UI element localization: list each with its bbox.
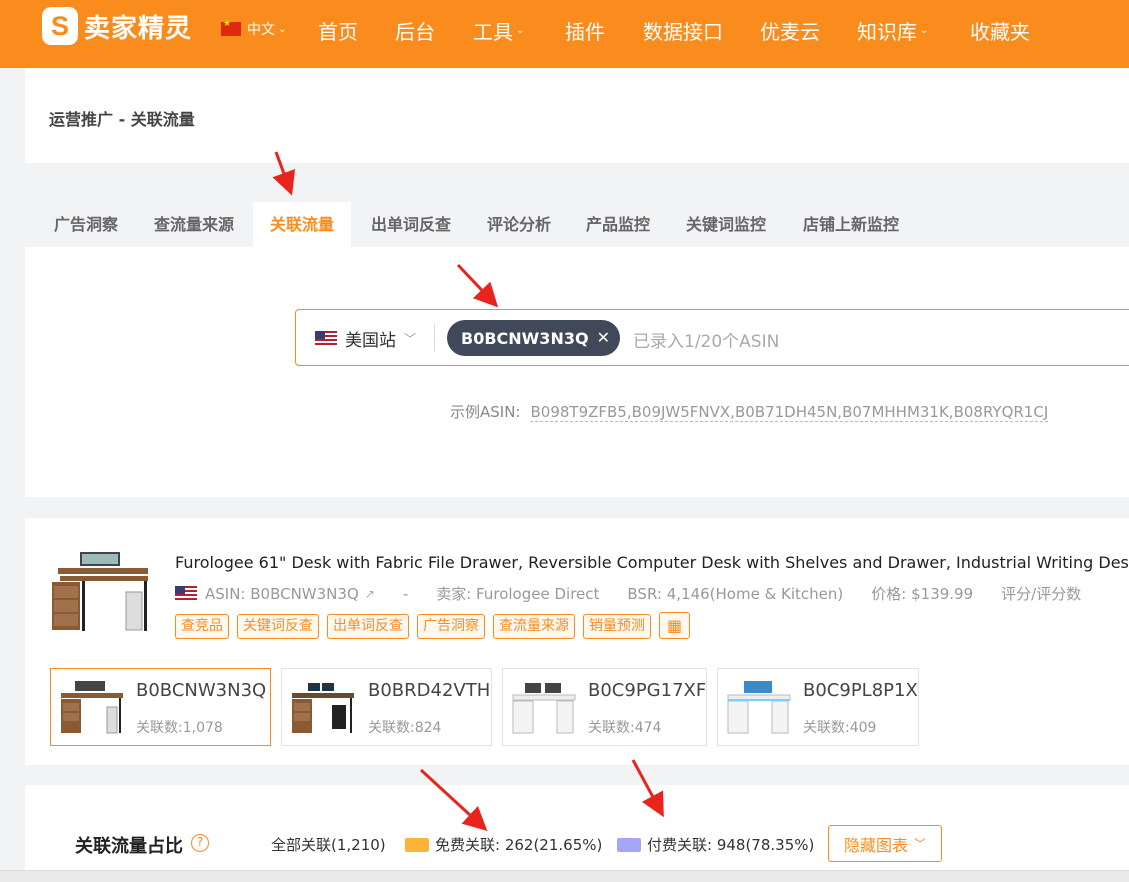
- product-tags: 查竞品 关键词反查 出单词反查 广告洞察 查流量来源 销量预测 ▦: [175, 612, 690, 639]
- search-card: [25, 247, 1129, 497]
- logo-mark-icon: S: [42, 7, 78, 45]
- nav-data-api[interactable]: 数据接口: [643, 16, 723, 45]
- external-link-icon[interactable]: ↗: [365, 587, 375, 601]
- chevron-down-icon: ﹀: [404, 332, 417, 346]
- us-flag-icon: [315, 331, 337, 346]
- help-icon[interactable]: ?: [191, 834, 209, 852]
- tab-order-keywords[interactable]: 出单词反查: [371, 202, 451, 247]
- product-image[interactable]: [50, 550, 150, 634]
- example-values[interactable]: B098T9ZFB5,B09JW5FNVX,B0B71DH45N,B07MHHM…: [530, 403, 1049, 422]
- tab-traffic-source[interactable]: 查流量来源: [154, 202, 234, 247]
- legend-free[interactable]: 免费关联: 262(21.65%): [405, 834, 602, 855]
- example-label: 示例ASIN:: [450, 403, 521, 421]
- tab-review-analysis[interactable]: 评论分析: [487, 202, 551, 247]
- product-price: 价格: $139.99: [871, 585, 974, 603]
- top-navbar: S 卖家精灵 中文 ⌄ 首页 后台 工具⌄ 插件 数据接口 优麦云 知识库⌄ 收…: [0, 0, 1129, 68]
- variant-image: [727, 681, 791, 734]
- tag-competitors[interactable]: 查竞品: [175, 614, 229, 639]
- product-asin: ASIN: B0BCNW3N3Q: [205, 584, 359, 603]
- nav-home[interactable]: 首页: [318, 16, 358, 45]
- chevron-down-icon: ﹀: [914, 837, 927, 851]
- tag-ad-insight[interactable]: 广告洞察: [417, 614, 485, 639]
- tab-related-traffic[interactable]: 关联流量: [253, 202, 352, 247]
- tag-keyword-reverse[interactable]: 关键词反查: [237, 614, 319, 639]
- variant-count: 关联数:1,078: [136, 720, 223, 736]
- nav-tools[interactable]: 工具 ⌄: [473, 16, 524, 45]
- calculator-icon[interactable]: ▦: [659, 612, 690, 639]
- logo[interactable]: S 卖家精灵: [42, 7, 192, 45]
- breadcrumb: 运营推广 - 关联流量: [49, 110, 195, 129]
- variant-asin: B0C9PL8P1X: [803, 680, 918, 701]
- nav-favorites[interactable]: 收藏夹: [970, 16, 1030, 45]
- site-selector[interactable]: 美国站 ﹀: [315, 326, 416, 351]
- bottom-strip: [0, 870, 1129, 882]
- chevron-down-icon: ⌄: [920, 25, 929, 36]
- nav-knowledge[interactable]: 知识库 ⌄: [857, 16, 928, 45]
- tag-order-keywords[interactable]: 出单词反查: [327, 614, 409, 639]
- asin-chip[interactable]: B0BCNW3N3Q ✕: [447, 320, 620, 356]
- variant-card[interactable]: B0BRD42VTH 关联数:824: [281, 668, 492, 746]
- legend-paid-label: 付费关联: 948(78.35%): [647, 836, 815, 854]
- product-meta: ASIN: B0BCNW3N3Q ↗ - 卖家: Furologee Direc…: [175, 583, 1081, 604]
- variant-asin: B0BCNW3N3Q: [136, 680, 267, 701]
- hide-chart-label: 隐藏图表: [843, 835, 908, 855]
- meta-dash: -: [402, 584, 409, 603]
- variant-image: [512, 683, 576, 734]
- product-seller[interactable]: 卖家: Furologee Direct: [436, 583, 599, 604]
- china-flag-icon: [221, 19, 241, 36]
- tab-ad-insight[interactable]: 广告洞察: [54, 202, 118, 247]
- logo-text: 卖家精灵: [84, 13, 193, 44]
- divider: [434, 324, 435, 352]
- variant-card[interactable]: B0BCNW3N3Q 关联数:1,078: [50, 668, 271, 746]
- nav-plugins[interactable]: 插件: [565, 16, 605, 45]
- tag-traffic-source[interactable]: 查流量来源: [493, 614, 575, 639]
- variant-asin: B0BRD42VTH: [368, 680, 491, 701]
- variant-image: [61, 681, 123, 734]
- asin-input[interactable]: 已录入1/20个ASIN: [633, 327, 779, 352]
- tab-keyword-monitor[interactable]: 关键词监控: [686, 202, 766, 247]
- product-title[interactable]: Furologee 61" Desk with Fabric File Draw…: [175, 553, 1129, 572]
- chevron-down-icon: ⌄: [516, 25, 525, 36]
- stats-title: 关联流量占比: [75, 836, 183, 857]
- hide-chart-button[interactable]: 隐藏图表 ﹀: [828, 825, 942, 862]
- nav-youmaiyun[interactable]: 优麦云: [760, 16, 820, 45]
- variant-count: 关联数:474: [588, 720, 662, 736]
- us-flag-icon: [175, 586, 197, 601]
- tab-store-new-monitor[interactable]: 店铺上新监控: [803, 202, 899, 247]
- product-bsr: BSR: 4,146(Home & Kitchen): [627, 584, 844, 603]
- legend-paid[interactable]: 付费关联: 948(78.35%): [617, 834, 814, 855]
- variant-image: [292, 683, 354, 733]
- variant-count: 关联数:824: [368, 720, 442, 736]
- site-label: 美国站: [345, 331, 396, 351]
- language-selector[interactable]: 中文 ⌄: [221, 19, 286, 39]
- variant-count: 关联数:409: [803, 720, 877, 736]
- variant-card[interactable]: B0C9PL8P1X 关联数:409: [717, 668, 919, 746]
- tag-sales-forecast[interactable]: 销量预测: [583, 614, 651, 639]
- nav-backend[interactable]: 后台: [395, 16, 435, 45]
- example-asins: 示例ASIN: B098T9ZFB5,B09JW5FNVX,B0B71DH45N,…: [450, 401, 1049, 422]
- legend-free-swatch: [405, 837, 429, 852]
- variant-asin: B0C9PG17XF: [588, 680, 707, 701]
- legend-free-label: 免费关联: 262(21.65%): [435, 836, 603, 854]
- language-label: 中文: [247, 22, 275, 38]
- asin-chip-label: B0BCNW3N3Q: [461, 328, 589, 348]
- close-icon[interactable]: ✕: [597, 328, 610, 347]
- tab-product-monitor[interactable]: 产品监控: [586, 202, 650, 247]
- product-rating: 评分/评分数: [1001, 585, 1082, 603]
- stat-all-related[interactable]: 全部关联(1,210): [271, 834, 386, 855]
- asin-search-box[interactable]: 美国站 ﹀ B0BCNW3N3Q ✕ 已录入1/20个ASIN: [295, 309, 1129, 366]
- legend-paid-swatch: [617, 837, 641, 852]
- variant-card[interactable]: B0C9PG17XF 关联数:474: [502, 668, 707, 746]
- chevron-down-icon: ⌄: [278, 23, 287, 35]
